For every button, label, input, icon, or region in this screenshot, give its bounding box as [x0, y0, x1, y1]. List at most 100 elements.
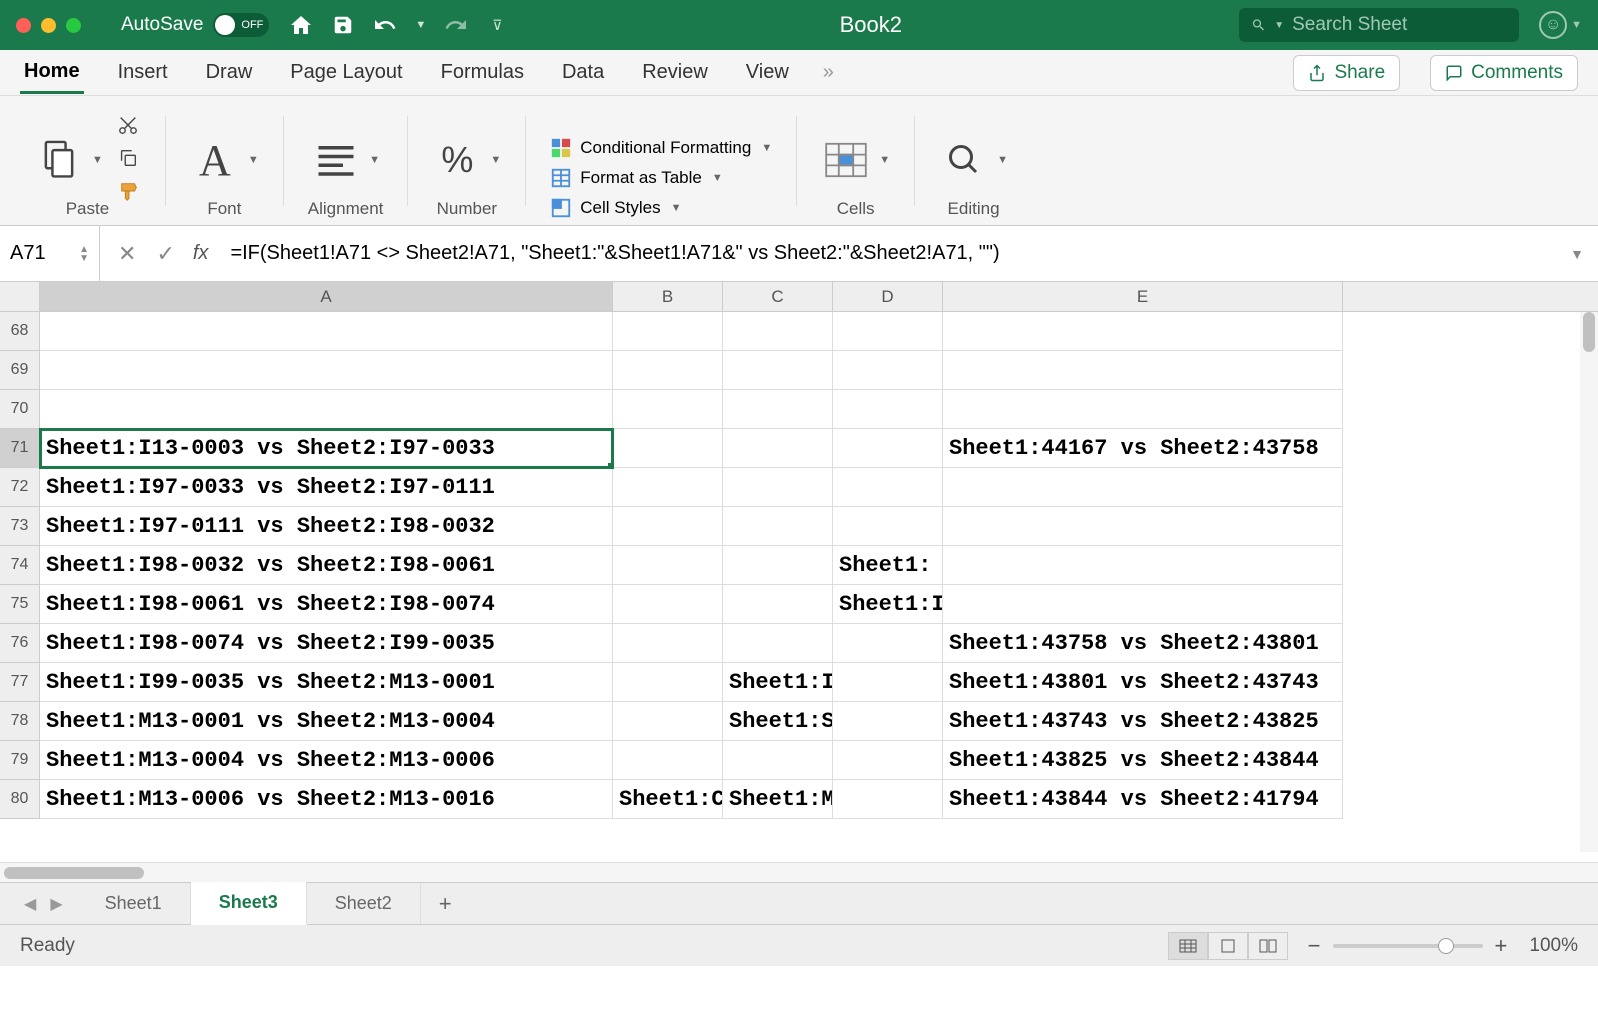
row-header[interactable]: 78: [0, 702, 40, 741]
feedback-icon[interactable]: ☺: [1539, 11, 1567, 39]
row-header[interactable]: 76: [0, 624, 40, 663]
editing-icon[interactable]: [939, 135, 989, 185]
add-sheet-button[interactable]: +: [421, 891, 470, 917]
cell[interactable]: [943, 390, 1343, 429]
vertical-scrollbar[interactable]: [1580, 312, 1598, 852]
search-dropdown-caret[interactable]: ▼: [1274, 20, 1284, 31]
fx-label[interactable]: fx: [193, 242, 223, 265]
cell[interactable]: [943, 546, 1343, 585]
clipboard-icon[interactable]: [34, 135, 84, 185]
cell[interactable]: [943, 585, 1343, 624]
cell[interactable]: [613, 507, 723, 546]
alignment-icon[interactable]: [311, 135, 361, 185]
cell[interactable]: [833, 702, 943, 741]
cell-styles-button[interactable]: Cell Styles ▼: [550, 197, 772, 219]
cell[interactable]: Sheet1:43758 vs Sheet2:43801: [943, 624, 1343, 663]
cell[interactable]: [723, 390, 833, 429]
accept-formula-icon[interactable]: ✓: [156, 241, 174, 267]
cell[interactable]: [723, 741, 833, 780]
cell[interactable]: [723, 312, 833, 351]
search-input[interactable]: [1292, 14, 1507, 36]
cell[interactable]: [833, 390, 943, 429]
column-header-B[interactable]: B: [613, 282, 723, 311]
select-all-corner[interactable]: [0, 282, 40, 311]
row-header[interactable]: 72: [0, 468, 40, 507]
sheet-tab-sheet3[interactable]: Sheet3: [191, 882, 307, 925]
feedback-dropdown-caret[interactable]: ▼: [1571, 19, 1582, 31]
cell[interactable]: Sheet1:I98-0074 vs Sheet2:I99-0035: [40, 624, 613, 663]
cell[interactable]: Sheet1:M13-0006 vs Sheet2:M13-0016: [40, 780, 613, 819]
cell[interactable]: [613, 741, 723, 780]
cell[interactable]: [613, 429, 723, 468]
cells-dropdown-caret[interactable]: ▼: [879, 154, 890, 166]
formula-input[interactable]: [222, 242, 1556, 265]
cell[interactable]: [943, 351, 1343, 390]
row-header[interactable]: 77: [0, 663, 40, 702]
tab-review[interactable]: Review: [638, 53, 712, 92]
cell[interactable]: Sheet1:I: [833, 585, 943, 624]
row-header[interactable]: 71: [0, 429, 40, 468]
cell[interactable]: [833, 507, 943, 546]
cell[interactable]: [833, 351, 943, 390]
tabs-overflow-icon[interactable]: »: [823, 61, 834, 84]
sheet-nav-next-icon[interactable]: ▶: [50, 894, 62, 914]
name-box[interactable]: A71 ▲▼: [0, 226, 100, 281]
cell[interactable]: [723, 468, 833, 507]
cell[interactable]: Sheet1:I13-0003 vs Sheet2:I97-0033: [40, 429, 613, 468]
row-header[interactable]: 70: [0, 390, 40, 429]
cell[interactable]: Sheet1:M13-0004 vs Sheet2:M13-0006: [40, 741, 613, 780]
cell[interactable]: [723, 507, 833, 546]
cell[interactable]: Sheet1:43743 vs Sheet2:43825: [943, 702, 1343, 741]
row-header[interactable]: 73: [0, 507, 40, 546]
cell[interactable]: [613, 663, 723, 702]
tab-home[interactable]: Home: [20, 52, 84, 94]
cell[interactable]: [833, 741, 943, 780]
row-header[interactable]: 80: [0, 780, 40, 819]
name-box-stepper[interactable]: ▲▼: [79, 245, 89, 263]
horizontal-scrollbar[interactable]: [0, 862, 1598, 882]
cell[interactable]: [833, 312, 943, 351]
row-header[interactable]: 74: [0, 546, 40, 585]
formula-bar-expand-icon[interactable]: ▼: [1556, 246, 1598, 262]
qat-customize-icon[interactable]: ⊽: [492, 17, 502, 34]
cell[interactable]: Sheet1:44167 vs Sheet2:43758: [943, 429, 1343, 468]
tab-insert[interactable]: Insert: [114, 53, 172, 92]
cell[interactable]: [613, 312, 723, 351]
font-icon[interactable]: A: [190, 135, 240, 185]
row-header[interactable]: 79: [0, 741, 40, 780]
font-dropdown-caret[interactable]: ▼: [248, 154, 259, 166]
cancel-formula-icon[interactable]: ✕: [118, 241, 136, 267]
cells-icon[interactable]: [821, 135, 871, 185]
cell[interactable]: [833, 468, 943, 507]
column-header-C[interactable]: C: [723, 282, 833, 311]
save-icon[interactable]: [331, 13, 355, 37]
tab-draw[interactable]: Draw: [202, 53, 257, 92]
zoom-out-button[interactable]: −: [1308, 933, 1321, 959]
view-page-layout-icon[interactable]: [1208, 932, 1248, 960]
row-header[interactable]: 69: [0, 351, 40, 390]
undo-icon[interactable]: [373, 13, 397, 37]
cell[interactable]: [40, 351, 613, 390]
tab-formulas[interactable]: Formulas: [437, 53, 528, 92]
cell[interactable]: [723, 351, 833, 390]
home-icon[interactable]: [289, 13, 313, 37]
tab-view[interactable]: View: [742, 53, 793, 92]
cell[interactable]: Sheet1:I97-0111 vs Sheet2:I98-0032: [40, 507, 613, 546]
cell[interactable]: Sheet1:M13-0001 vs Sheet2:M13-0004: [40, 702, 613, 741]
cell[interactable]: [613, 546, 723, 585]
cell[interactable]: [723, 624, 833, 663]
cell[interactable]: Sheet1:: [833, 546, 943, 585]
cell[interactable]: [613, 468, 723, 507]
number-dropdown-caret[interactable]: ▼: [490, 154, 501, 166]
copy-icon[interactable]: [117, 147, 141, 174]
cell[interactable]: Sheet1:I99-0035 vs Sheet2:M13-0001: [40, 663, 613, 702]
editing-dropdown-caret[interactable]: ▼: [997, 154, 1008, 166]
cut-icon[interactable]: [117, 114, 141, 141]
window-close-button[interactable]: [16, 18, 31, 33]
zoom-in-button[interactable]: +: [1495, 933, 1508, 959]
cell[interactable]: [613, 351, 723, 390]
cell[interactable]: [613, 624, 723, 663]
cell[interactable]: [723, 546, 833, 585]
redo-icon[interactable]: [444, 13, 468, 37]
cell[interactable]: [613, 702, 723, 741]
